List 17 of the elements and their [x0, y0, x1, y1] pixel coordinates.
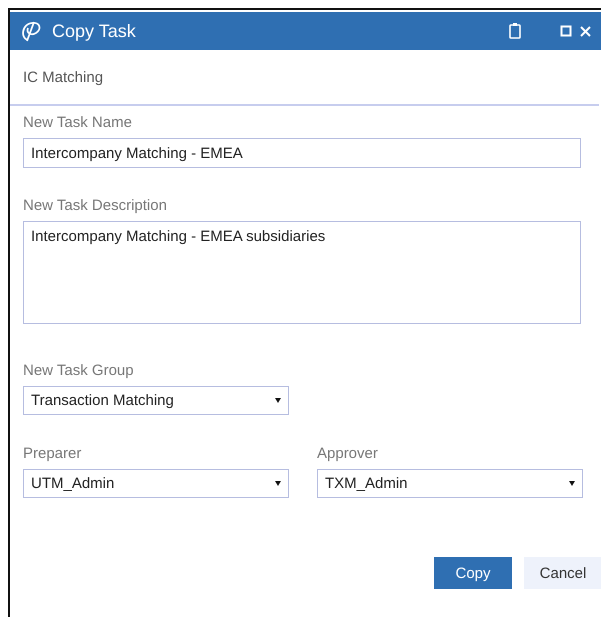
field-label: Approver — [317, 445, 379, 464]
task-description-field[interactable]: Intercompany Matching - EMEA subsidiaries — [23, 221, 581, 324]
clipboard-icon[interactable] — [508, 22, 522, 40]
preparer-dropdown[interactable]: UTM_Admin — [23, 469, 289, 498]
cancel-button[interactable]: Cancel — [524, 557, 601, 589]
field-label: New Task Description — [23, 197, 168, 216]
maximize-icon[interactable] — [560, 25, 572, 37]
field-label: Preparer — [23, 445, 82, 464]
section-title: IC Matching — [23, 68, 104, 86]
approver-dropdown[interactable]: TXM_Admin — [317, 469, 583, 498]
field-label: New Task Group — [23, 362, 135, 381]
task-name-field[interactable]: Intercompany Matching - EMEA — [23, 138, 581, 168]
copy-button[interactable]: Copy — [434, 557, 512, 589]
field-label: New Task Name — [23, 114, 133, 133]
task-group-dropdown[interactable]: Transaction Matching — [23, 386, 289, 415]
close-icon[interactable] — [580, 26, 591, 36]
window-title: Copy Task — [52, 20, 136, 42]
